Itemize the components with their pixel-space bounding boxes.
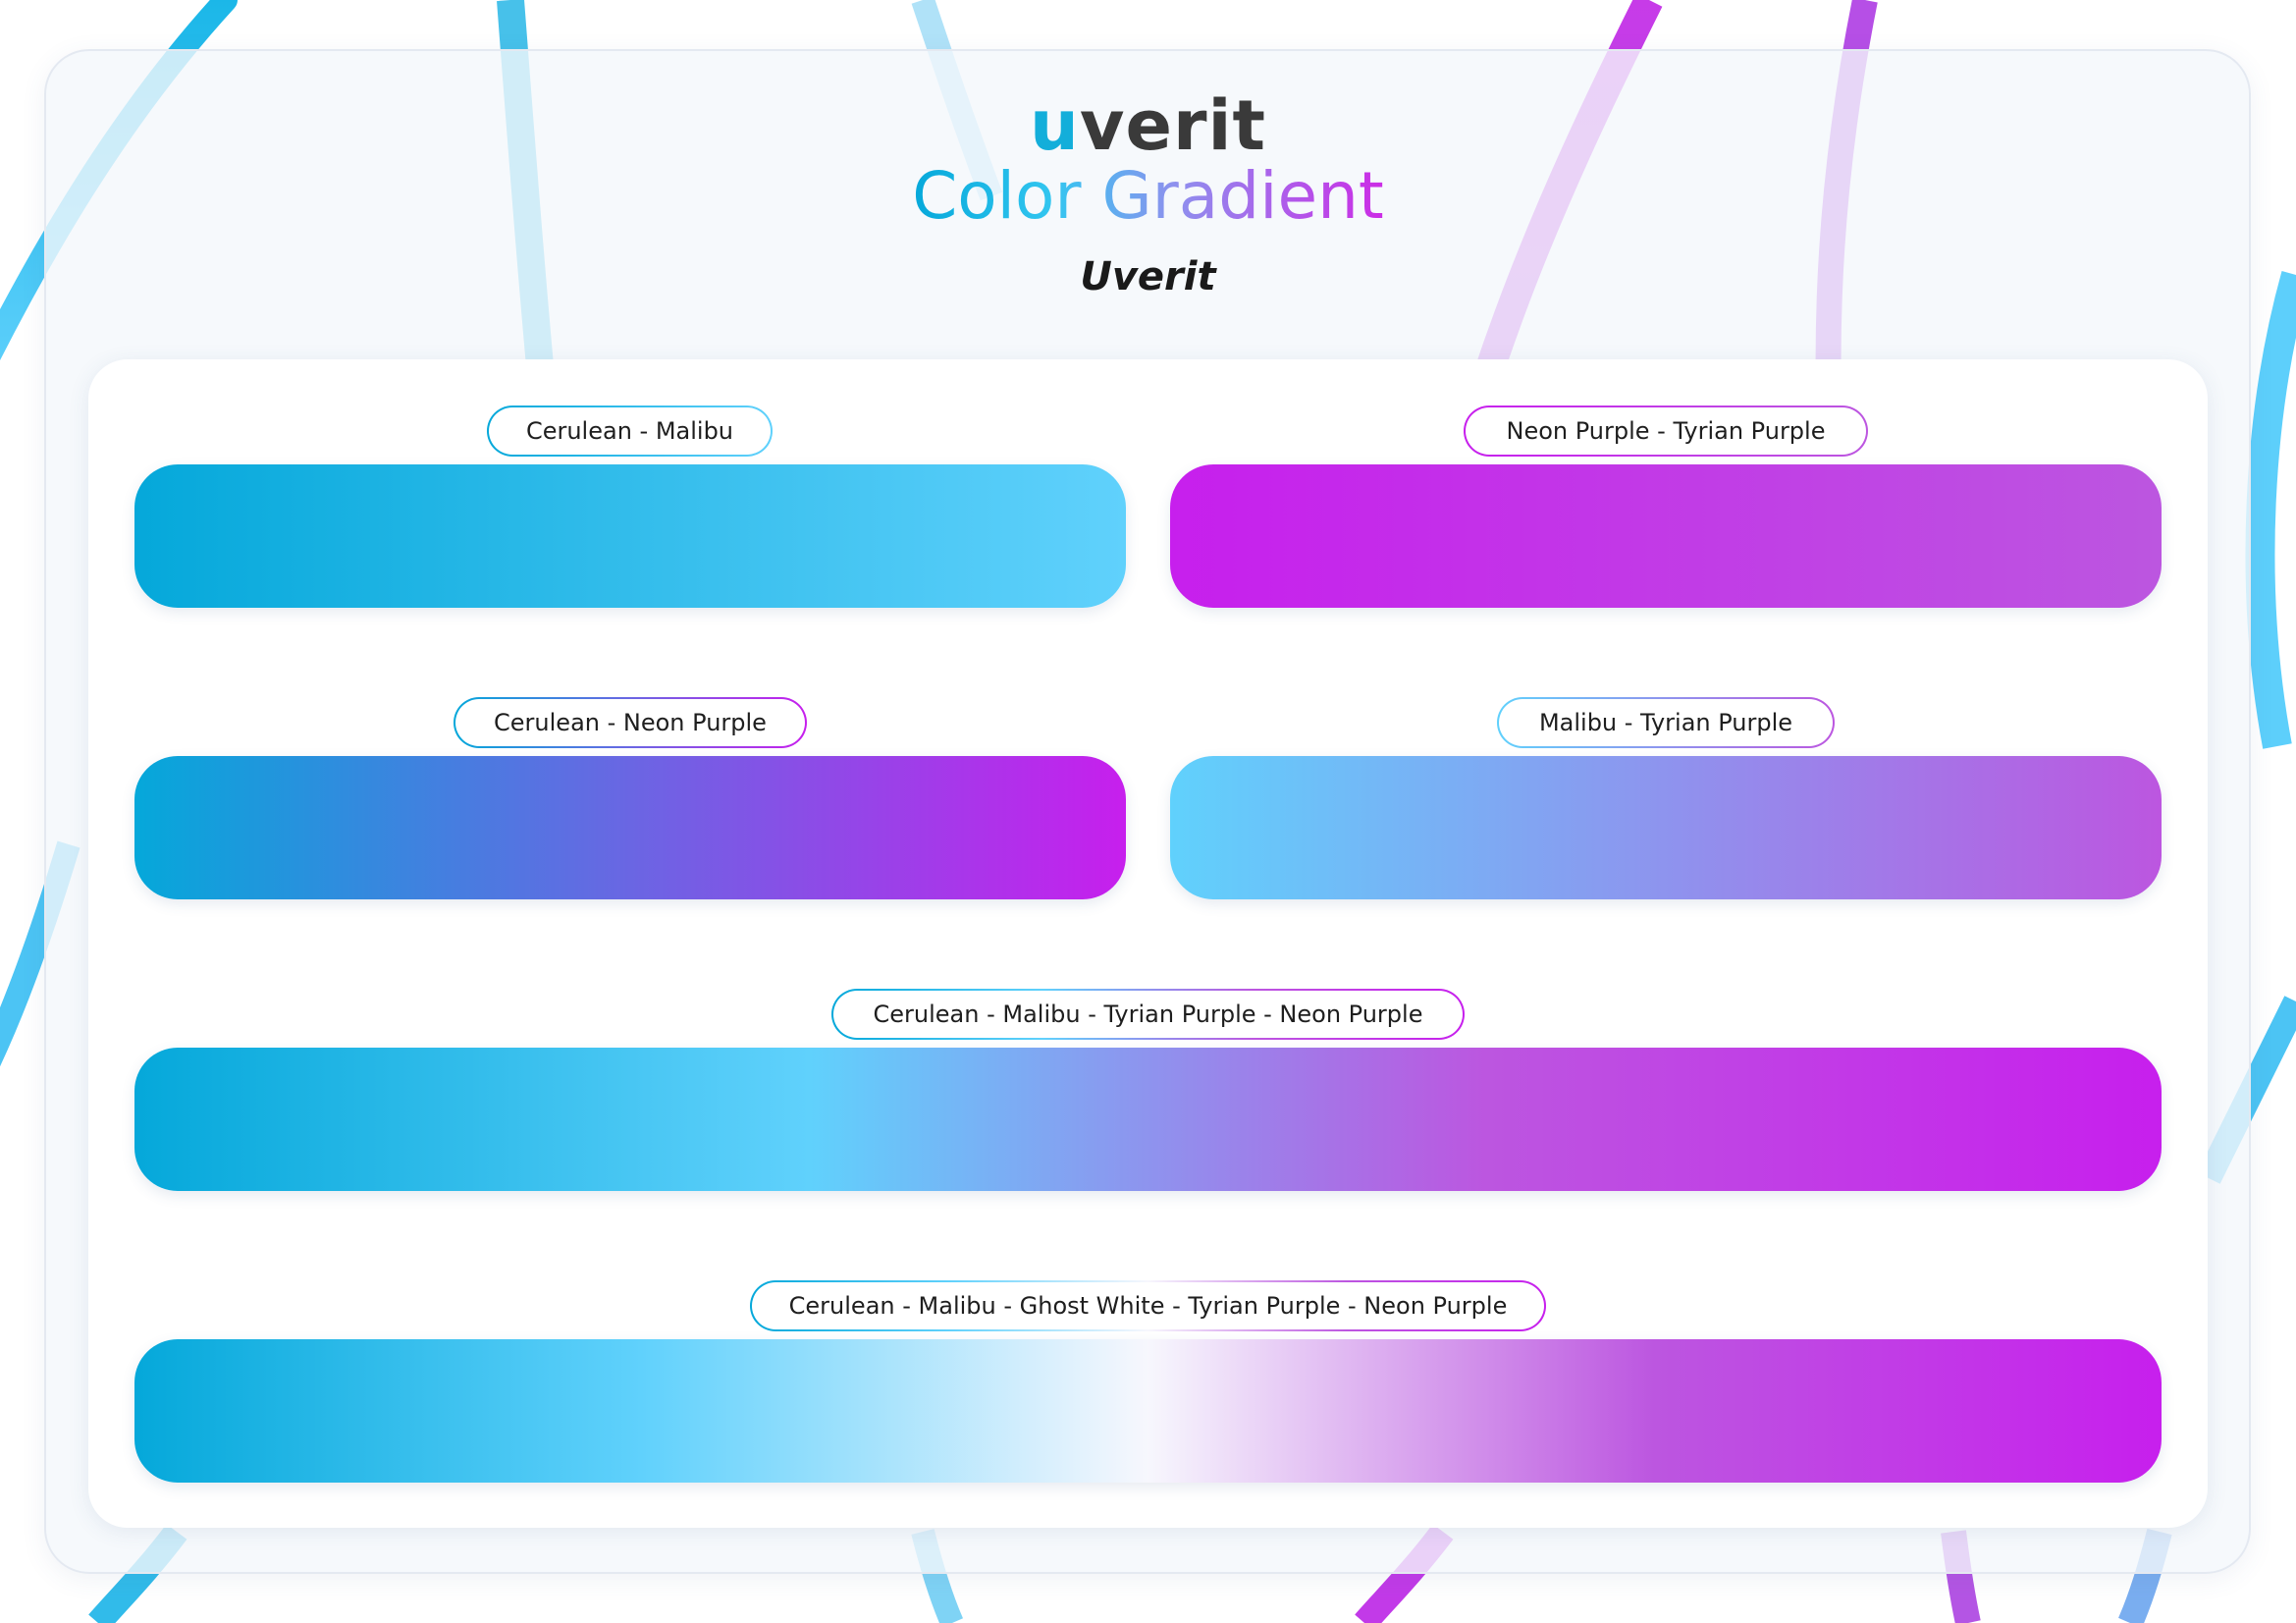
gradient-label-text: Cerulean - Neon Purple xyxy=(455,699,805,746)
gradient-label-four-color: Cerulean - Malibu - Tyrian Purple - Neon… xyxy=(831,989,1465,1040)
gradient-bar-four-color xyxy=(134,1048,2162,1191)
gradient-label-neon-purple-tyrian-purple: Neon Purple - Tyrian Purple xyxy=(1464,406,1868,457)
gradient-bar-neon-purple-tyrian-purple xyxy=(1170,464,2162,608)
gradient-bar-cerulean-neon-purple xyxy=(134,756,1126,899)
gradient-label-malibu-tyrian-purple: Malibu - Tyrian Purple xyxy=(1497,697,1835,748)
gradient-label-text: Malibu - Tyrian Purple xyxy=(1499,699,1833,746)
gradient-label-text: Cerulean - Malibu - Tyrian Purple - Neon… xyxy=(833,991,1463,1038)
gradient-bar-five-color xyxy=(134,1339,2162,1483)
page-subtitle: Uverit xyxy=(1080,254,1216,299)
gradient-label-cerulean-neon-purple: Cerulean - Neon Purple xyxy=(454,697,807,748)
gradient-bar-malibu-tyrian-purple xyxy=(1170,756,2162,899)
page-title: Color Gradient xyxy=(0,149,2296,243)
gradient-label-text: Cerulean - Malibu xyxy=(489,407,771,455)
page-title-text: Color Gradient xyxy=(912,158,1384,234)
gradient-label-cerulean-malibu: Cerulean - Malibu xyxy=(487,406,773,457)
gradient-label-five-color: Cerulean - Malibu - Ghost White - Tyrian… xyxy=(750,1280,1546,1331)
gradient-bar-cerulean-malibu xyxy=(134,464,1126,608)
gradient-label-text: Cerulean - Malibu - Ghost White - Tyrian… xyxy=(752,1282,1544,1329)
gradient-label-text: Neon Purple - Tyrian Purple xyxy=(1466,407,1866,455)
